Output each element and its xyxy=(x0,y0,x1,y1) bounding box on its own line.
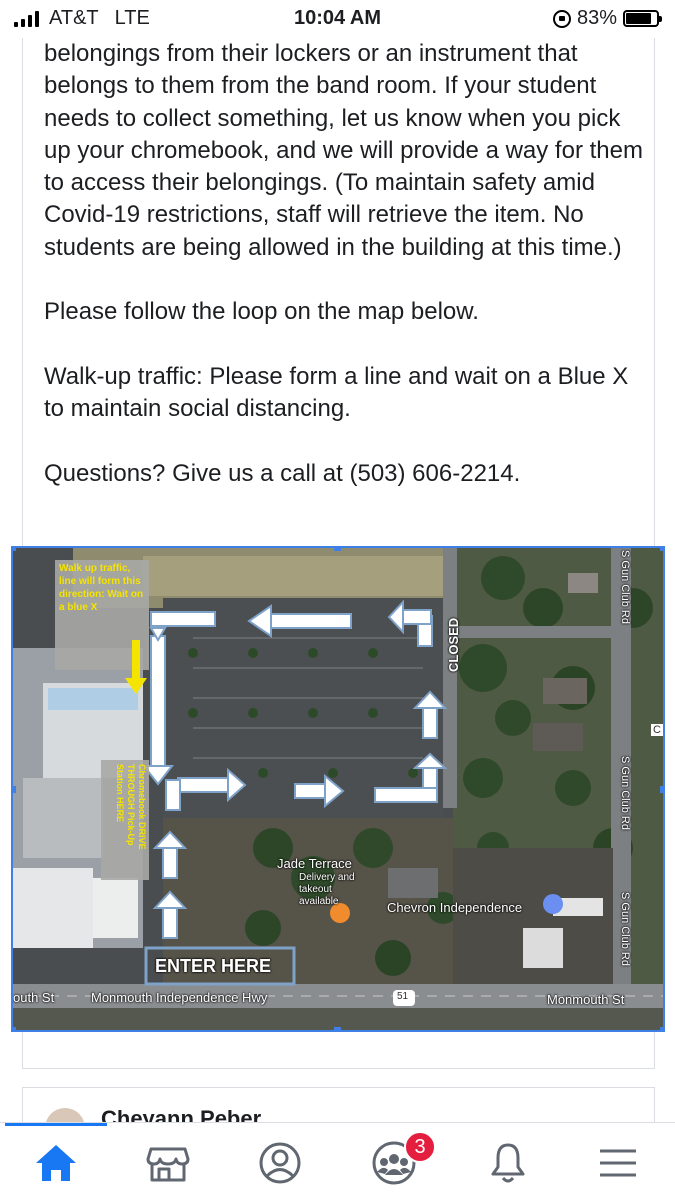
tab-notifications[interactable] xyxy=(478,1135,538,1191)
road-gun-club-1: S Gun Club Rd xyxy=(619,550,631,624)
map-image[interactable]: Walk up traffic, line will form this dir… xyxy=(11,546,665,1032)
active-tab-indicator xyxy=(5,1123,107,1126)
resize-handle[interactable] xyxy=(660,548,663,551)
battery-icon xyxy=(623,10,662,27)
tab-marketplace[interactable] xyxy=(138,1135,198,1191)
closed-label: CLOSED xyxy=(446,617,461,672)
post-paragraph-2: Please follow the loop on the map below. xyxy=(44,298,479,326)
menu-icon xyxy=(600,1149,636,1177)
station-note: Chromebook DRIVE THROUGH Pick-Up Station… xyxy=(115,764,147,850)
place-chevron: Chevron Independence xyxy=(387,900,523,915)
resize-handle[interactable] xyxy=(660,786,663,793)
resize-handle[interactable] xyxy=(13,548,16,551)
resize-handle[interactable] xyxy=(13,1027,16,1030)
road-monmouth: Monmouth St xyxy=(547,992,625,1007)
resize-handle[interactable] xyxy=(13,786,16,793)
resize-handle[interactable] xyxy=(334,1027,341,1030)
map-graphic xyxy=(13,548,663,1030)
rotation-lock-icon xyxy=(552,9,571,28)
road-south: outh St xyxy=(13,990,55,1005)
profile-icon xyxy=(259,1142,301,1184)
resize-handle[interactable] xyxy=(660,1027,663,1030)
groups-badge: 3 xyxy=(404,1131,436,1163)
route-shield-label: 51 xyxy=(397,991,409,1002)
enter-here-label: ENTER HERE xyxy=(155,956,272,976)
road-gun-club-2: S Gun Club Rd xyxy=(619,756,631,830)
battery-fill xyxy=(626,13,651,24)
bell-icon xyxy=(491,1143,525,1183)
post-body: belongings from their lockers or an inst… xyxy=(44,38,644,490)
road-hwy: Monmouth Independence Hwy xyxy=(91,990,268,1005)
home-icon xyxy=(36,1145,76,1181)
tab-home[interactable] xyxy=(26,1135,86,1191)
place-jade-terrace-sub: Delivery and takeout available xyxy=(299,872,355,907)
map-edge-letter: C xyxy=(651,724,663,736)
post-paragraph-1: belongings from their lockers or an inst… xyxy=(44,40,643,261)
tab-profile[interactable] xyxy=(250,1135,310,1191)
road-gun-club-3: S Gun Club Rd xyxy=(619,892,631,966)
bottom-tab-bar xyxy=(0,1122,675,1201)
status-bar: AT&T LTE 10:04 AM 83% xyxy=(0,0,675,38)
post-paragraph-4: Questions? Give us a call at (503) 606-2… xyxy=(44,459,521,487)
status-right: 83% xyxy=(552,7,662,30)
place-jade-terrace: Jade Terrace xyxy=(277,856,352,871)
tab-menu[interactable] xyxy=(588,1135,648,1191)
battery-percent: 83% xyxy=(576,7,617,29)
marketplace-icon xyxy=(146,1147,190,1182)
walkup-note: Walk up traffic, line will form this dir… xyxy=(59,563,144,613)
post-paragraph-3: Walk-up traffic: Please form a line and … xyxy=(44,362,629,423)
resize-handle[interactable] xyxy=(334,548,341,551)
